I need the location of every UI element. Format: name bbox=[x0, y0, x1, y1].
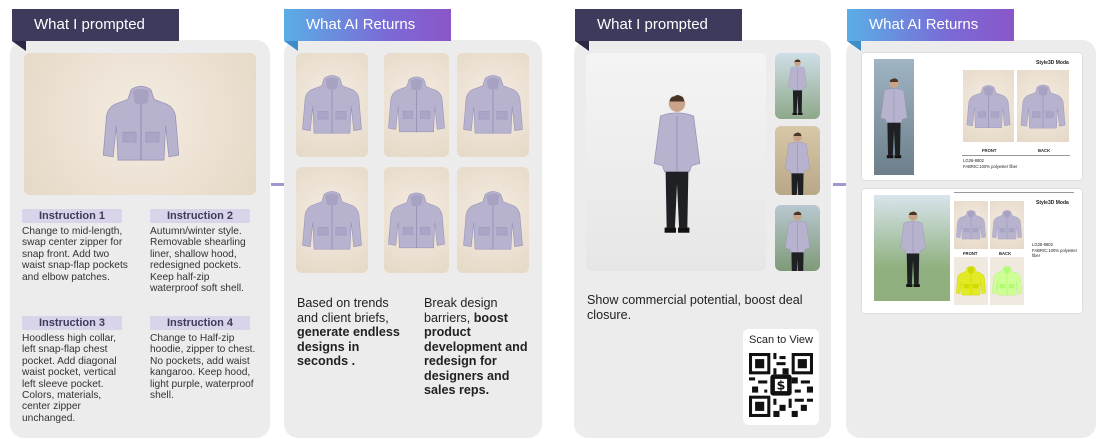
source-jacket-image bbox=[24, 53, 256, 195]
sheet-2-top-divider bbox=[954, 192, 1074, 193]
prompt-tab-1: What I prompted bbox=[12, 9, 179, 51]
sheet-1-front-label: FRONT bbox=[982, 148, 997, 153]
generated-design-1 bbox=[296, 53, 368, 157]
commercial-text: Show commercial potential, boost deal cl… bbox=[587, 293, 803, 322]
prompt-tab-label: What I prompted bbox=[12, 9, 179, 41]
generated-design-4 bbox=[296, 167, 368, 273]
sheet-1-fabric: FABRIC:100% polyester fiber bbox=[963, 164, 1018, 169]
sheet-1-model-photo bbox=[874, 59, 914, 175]
returns-right-text: Break design barriers, boost product dev… bbox=[424, 296, 528, 397]
tech-sheet-1: Style3D Moda FRONT BACK LG26-8802 FABRIC… bbox=[862, 53, 1082, 180]
instruction-1-text: Change to mid-length, swap center zipper… bbox=[22, 226, 128, 283]
returns-left-text: Based on trends and client briefs, gener… bbox=[297, 296, 400, 368]
prompt-tab-2: What I prompted bbox=[575, 9, 742, 51]
sheet-1-front-image bbox=[963, 70, 1014, 142]
returns-tab-1: What AI Returns bbox=[284, 9, 451, 51]
instruction-2-text: Autumn/winter style. Removable shearling… bbox=[150, 226, 246, 295]
sheet-2-fabric: FABRIC:100% polyester fiber bbox=[1032, 248, 1078, 258]
model-thumb-2 bbox=[775, 126, 820, 195]
generated-design-2 bbox=[384, 53, 449, 157]
model-thumb-1 bbox=[775, 53, 820, 119]
returns-tab-label: What AI Returns bbox=[284, 9, 451, 41]
scan-to-view-label: Scan to View bbox=[748, 334, 813, 346]
sheet-1-back-label: BACK bbox=[1038, 148, 1051, 153]
sheet-1-code: LG26-8802 bbox=[963, 158, 984, 163]
instruction-1-label: Instruction 1 bbox=[22, 209, 122, 223]
instruction-3-text: Hoodless high collar, left snap-flap che… bbox=[22, 333, 117, 424]
sheet-1-back-image bbox=[1017, 70, 1069, 142]
sheet-2-back-image bbox=[990, 201, 1024, 249]
instruction-2-label: Instruction 2 bbox=[150, 209, 250, 223]
prompt-tab-label-2: What I prompted bbox=[575, 9, 742, 41]
tech-sheet-2: FRONT BACK Style3D Moda LG26-8802 FABRIC… bbox=[862, 189, 1082, 313]
generated-design-6 bbox=[457, 167, 529, 273]
returns-tab-2: What AI Returns bbox=[847, 9, 1014, 51]
sheet-2-model-photo bbox=[874, 195, 950, 301]
generated-design-5 bbox=[384, 167, 449, 273]
sheet-2-front-label: FRONT bbox=[963, 251, 978, 256]
qr-card[interactable]: Scan to View bbox=[743, 329, 819, 425]
sheet-1-divider bbox=[962, 155, 1070, 156]
sheet-2-front-image bbox=[954, 201, 988, 249]
sheet-2-orange-jacket bbox=[954, 257, 988, 305]
generated-design-3 bbox=[457, 53, 529, 157]
returns-tab-label-2: What AI Returns bbox=[847, 9, 1014, 41]
qr-code-icon[interactable] bbox=[749, 351, 813, 419]
instruction-4-label: Instruction 4 bbox=[150, 316, 250, 330]
model-photo-main bbox=[586, 53, 766, 271]
model-thumb-3 bbox=[775, 205, 820, 271]
jacket-illustration bbox=[100, 57, 182, 191]
sheet-2-back-label: BACK bbox=[999, 251, 1012, 256]
instruction-3-label: Instruction 3 bbox=[22, 316, 122, 330]
instruction-4-text: Change to Half-zip hoodie, zipper to che… bbox=[150, 333, 256, 402]
sheet-2-yellow-jacket bbox=[990, 257, 1024, 305]
sheet-2-brand: Style3D Moda bbox=[1036, 200, 1069, 206]
sheet-2-code: LG26-8802 bbox=[1032, 242, 1053, 247]
sheet-1-brand: Style3D Moda bbox=[1036, 60, 1069, 66]
